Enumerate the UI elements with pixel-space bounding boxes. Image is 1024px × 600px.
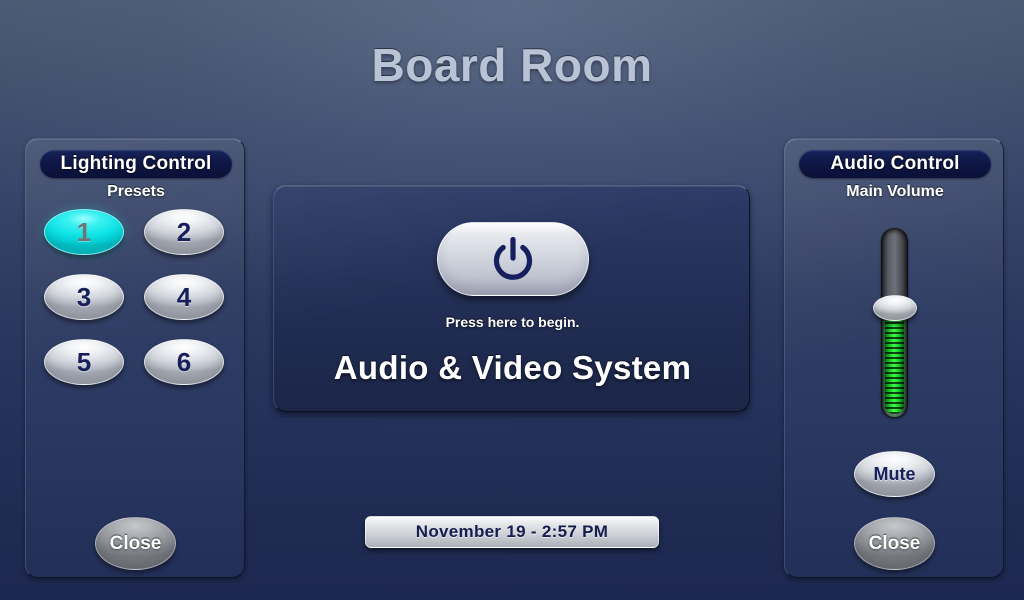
lighting-preset-3-button[interactable]: 3 [44,274,124,320]
power-icon [493,236,533,280]
lighting-preset-5-button[interactable]: 5 [44,339,124,385]
lighting-preset-3-label: 3 [76,281,92,312]
audio-close-button[interactable]: Close [854,517,935,570]
audio-close-label: Close [868,532,921,554]
av-system-panel: Press here to begin. Audio & Video Syste… [273,185,750,412]
main-volume-slider-fill [885,307,904,414]
lighting-preset-2-label: 2 [176,216,192,247]
lighting-close-button[interactable]: Close [95,517,176,570]
lighting-panel-header: Lighting Control [40,150,232,178]
lighting-preset-4-label: 4 [176,281,192,312]
datetime-display: November 19 - 2:57 PM [365,516,659,548]
lighting-preset-2-button[interactable]: 2 [144,209,224,255]
av-system-title: Audio & Video System [333,349,692,386]
lighting-panel-subheader: Presets [107,183,165,200]
lighting-preset-6-button[interactable]: 6 [144,339,224,385]
lighting-preset-1-label: 1 [76,216,92,247]
lighting-preset-4-button[interactable]: 4 [144,274,224,320]
audio-panel-header: Audio Control [799,150,991,178]
lighting-control-panel: Lighting Control Presets 1 2 3 4 5 6 Clo… [25,138,245,578]
mute-label: Mute [873,463,916,484]
mute-button[interactable]: Mute [854,451,935,497]
lighting-preset-5-label: 5 [76,346,92,377]
lighting-close-label: Close [109,532,162,554]
lighting-preset-1-button[interactable]: 1 [44,209,124,255]
lighting-preset-6-label: 6 [176,346,192,377]
main-volume-slider-track[interactable] [881,228,908,418]
press-to-begin-text: Press here to begin. [445,314,580,330]
power-button[interactable] [437,222,589,296]
audio-panel-subheader: Main Volume [846,183,944,200]
page-title: Board Room [371,39,653,91]
